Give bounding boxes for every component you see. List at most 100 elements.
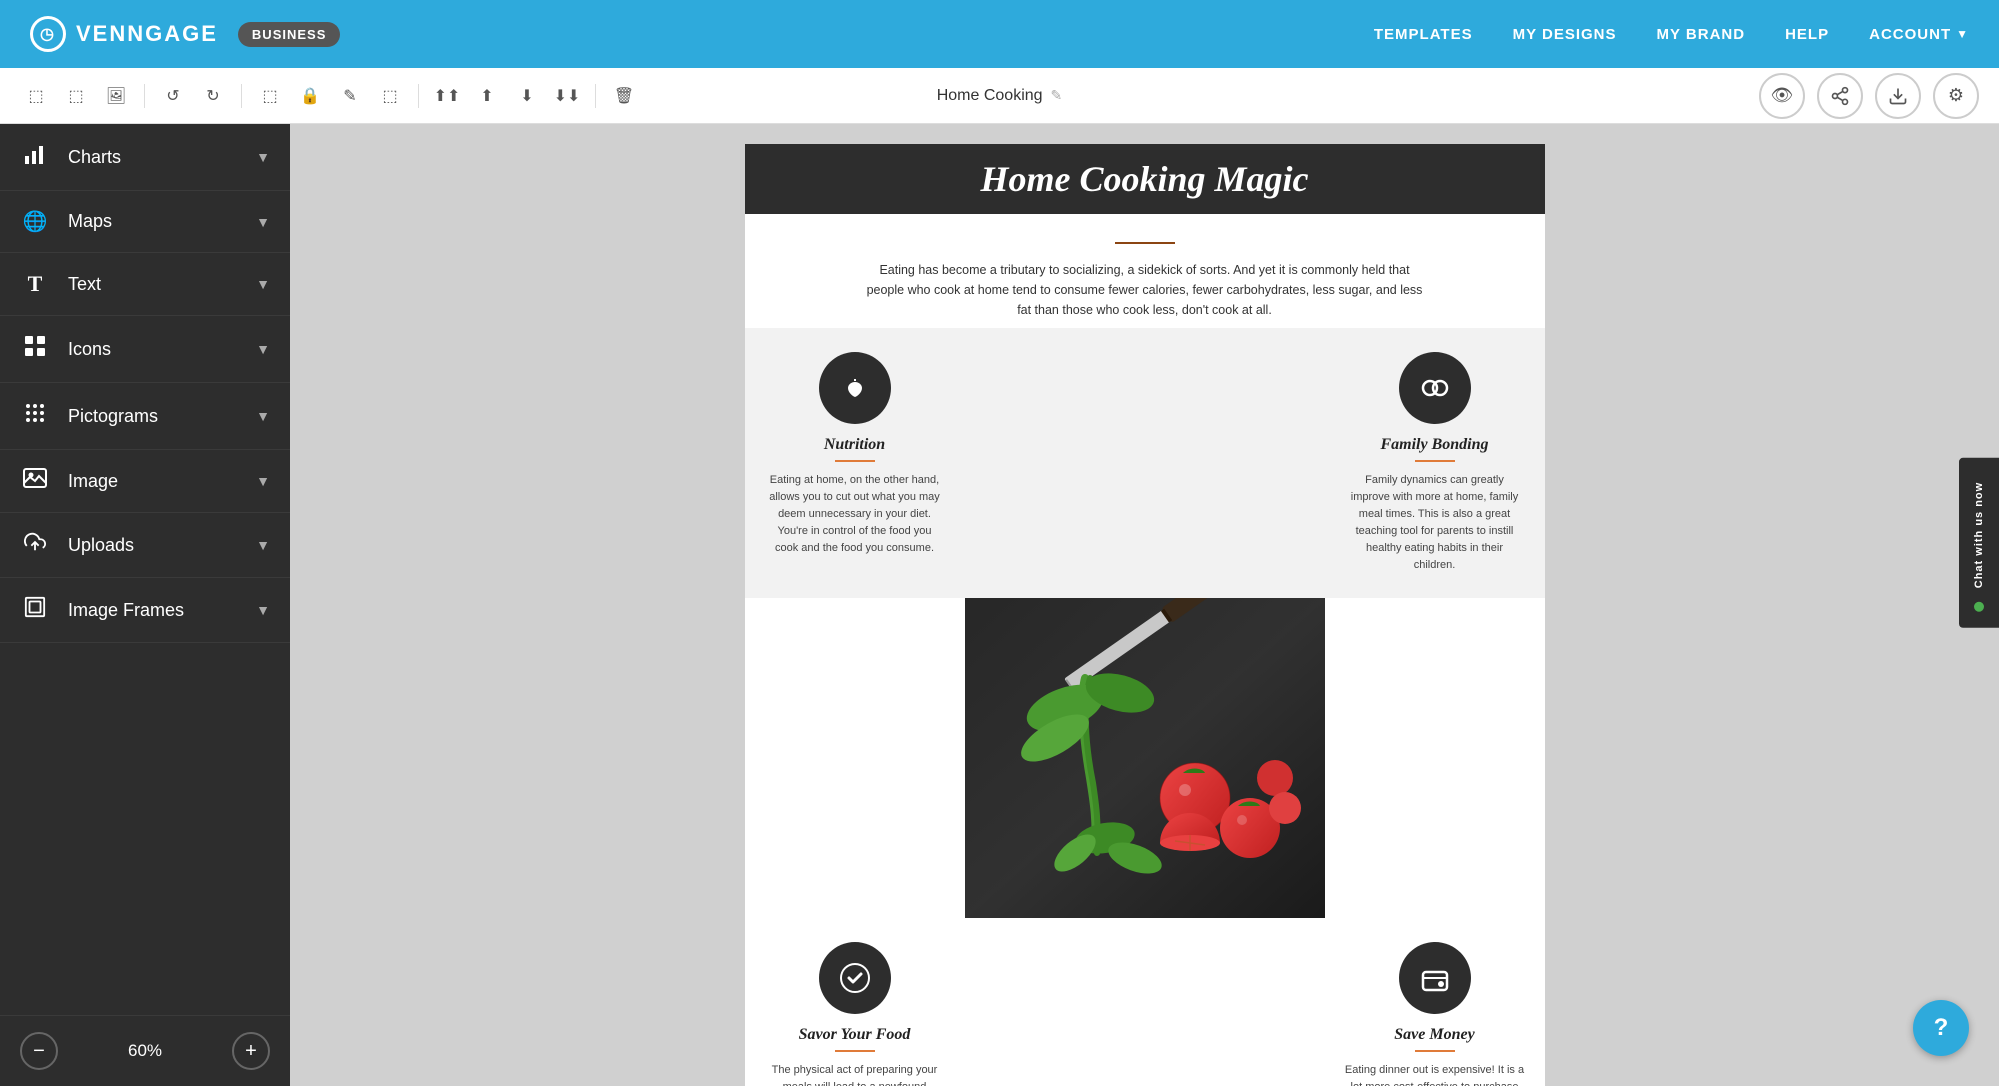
help-button[interactable]: ? xyxy=(1913,1000,1969,1056)
logo-icon: ◷ xyxy=(30,16,66,52)
preview-button[interactable]: 👁 xyxy=(1759,73,1805,119)
save-money-separator xyxy=(1415,1050,1455,1052)
toolbar-redo-icon[interactable]: ↻ xyxy=(197,80,229,112)
document-title-text[interactable]: Home Cooking xyxy=(937,87,1043,105)
savor-food-section: Savor Your Food The physical act of prep… xyxy=(745,918,965,1086)
account-dropdown-icon: ▼ xyxy=(1956,27,1969,41)
food-cutting-board xyxy=(965,598,1325,918)
canvas-area[interactable]: Home Cooking Magic Eating has become a t… xyxy=(290,124,1999,1086)
top-navigation: ◷ VENNGAGE BUSINESS TEMPLATES MY DESIGNS… xyxy=(0,0,1999,68)
image-chevron-icon: ▼ xyxy=(256,473,270,489)
food-image-container xyxy=(965,598,1325,918)
toolbar-right-actions: 👁 ⚙ xyxy=(1759,73,1979,119)
toolbar-image-icon[interactable]: 🖼 xyxy=(100,80,132,112)
zoom-level: 60% xyxy=(74,1041,216,1061)
uploads-icon xyxy=(20,531,50,559)
center-right-space xyxy=(1325,598,1545,918)
maps-icon: 🌐 xyxy=(20,209,50,234)
image-icon xyxy=(20,468,50,494)
icons-chevron-icon: ▼ xyxy=(256,341,270,357)
infographic-header: Home Cooking Magic xyxy=(745,144,1545,214)
maps-chevron-icon: ▼ xyxy=(256,214,270,230)
nav-account[interactable]: ACCOUNT ▼ xyxy=(1869,26,1969,43)
toolbar-delete-icon[interactable]: 🗑 xyxy=(608,80,640,112)
infographic-title: Home Cooking Magic xyxy=(945,158,1345,200)
image-label: Image xyxy=(68,471,256,492)
sidebar-item-pictograms[interactable]: Pictograms ▼ xyxy=(0,383,290,450)
toolbar-lock-icon[interactable]: 🔒 xyxy=(294,80,326,112)
nav-my-brand[interactable]: MY BRAND xyxy=(1657,26,1746,43)
sidebar-item-icons[interactable]: Icons ▼ xyxy=(0,316,290,383)
toolbar-send-back-icon[interactable]: ⬇⬇ xyxy=(551,80,583,112)
nav-templates[interactable]: TEMPLATES xyxy=(1374,26,1473,43)
logo[interactable]: ◷ VENNGAGE xyxy=(30,16,218,52)
document-title-edit-icon[interactable]: ✎ xyxy=(1051,87,1063,104)
zoom-out-button[interactable]: − xyxy=(20,1032,58,1070)
chat-widget-content: Chat with us now xyxy=(1959,458,1999,628)
toolbar: ⬚ ⬚ 🖼 ↺ ↻ ⬚ 🔒 ✎ ⬚ ⬆⬆ ⬆ ⬇ ⬇⬇ 🗑 Home Cooki… xyxy=(0,68,1999,124)
charts-chevron-icon: ▼ xyxy=(256,149,270,165)
toolbar-divider-2 xyxy=(241,84,242,108)
pictograms-icon xyxy=(20,401,50,431)
business-badge[interactable]: BUSINESS xyxy=(238,22,340,47)
toolbar-undo-icon[interactable]: ↺ xyxy=(157,80,189,112)
header-bar-left xyxy=(745,144,945,214)
infographic[interactable]: Home Cooking Magic Eating has become a t… xyxy=(745,144,1545,1066)
toolbar-divider-1 xyxy=(144,84,145,108)
pictograms-label: Pictograms xyxy=(68,406,256,427)
nav-help[interactable]: HELP xyxy=(1785,26,1829,43)
toolbar-back-icon[interactable]: ⬚ xyxy=(20,80,52,112)
chat-text: Chat with us now xyxy=(1973,474,1985,596)
toolbar-send-backward-icon[interactable]: ⬇ xyxy=(511,80,543,112)
family-bonding-section: Family Bonding Family dynamics can great… xyxy=(1325,328,1545,598)
header-bar-right xyxy=(1345,144,1545,214)
text-label: Text xyxy=(68,274,256,295)
main-area: Charts ▼ 🌐 Maps ▼ T Text ▼ Icons ▼ xyxy=(0,124,1999,1086)
charts-icon xyxy=(20,142,50,172)
zoom-in-button[interactable]: + xyxy=(232,1032,270,1070)
savor-food-text: The physical act of preparing your meals… xyxy=(765,1062,945,1086)
sidebar-item-maps[interactable]: 🌐 Maps ▼ xyxy=(0,191,290,253)
family-bonding-icon xyxy=(1399,352,1471,424)
charts-label: Charts xyxy=(68,147,256,168)
text-icon: T xyxy=(20,271,50,297)
toolbar-frame-icon[interactable]: ⬚ xyxy=(254,80,286,112)
zoom-controls: − 60% + xyxy=(0,1015,290,1086)
center-left-space xyxy=(745,598,965,918)
sidebar-item-uploads[interactable]: Uploads ▼ xyxy=(0,513,290,578)
toolbar-divider-4 xyxy=(595,84,596,108)
family-bonding-text: Family dynamics can greatly improve with… xyxy=(1345,472,1525,574)
settings-button[interactable]: ⚙ xyxy=(1933,73,1979,119)
sidebar-item-text[interactable]: T Text ▼ xyxy=(0,253,290,316)
savor-food-separator xyxy=(835,1050,875,1052)
sidebar-item-image[interactable]: Image ▼ xyxy=(0,450,290,513)
uploads-chevron-icon: ▼ xyxy=(256,537,270,553)
sidebar-item-image-frames[interactable]: Image Frames ▼ xyxy=(0,578,290,643)
maps-label: Maps xyxy=(68,211,256,232)
family-bonding-separator xyxy=(1415,460,1455,462)
document-title: Home Cooking ✎ xyxy=(937,87,1063,105)
toolbar-bring-forward-icon[interactable]: ⬆ xyxy=(471,80,503,112)
save-money-icon xyxy=(1399,942,1471,1014)
nutrition-title: Nutrition xyxy=(824,436,885,454)
sidebar-item-charts[interactable]: Charts ▼ xyxy=(0,124,290,191)
nutrition-section: Nutrition Eating at home, on the other h… xyxy=(745,328,965,598)
center-bottom: http://www.healthfitnessrevolution.com/t… xyxy=(965,918,1325,1086)
image-frames-icon xyxy=(20,596,50,624)
download-button[interactable] xyxy=(1875,73,1921,119)
toolbar-copy-icon[interactable]: ⬚ xyxy=(60,80,92,112)
nav-my-designs[interactable]: MY DESIGNS xyxy=(1513,26,1617,43)
toolbar-divider-3 xyxy=(418,84,419,108)
toolbar-bring-front-icon[interactable]: ⬆⬆ xyxy=(431,80,463,112)
share-button[interactable] xyxy=(1817,73,1863,119)
chat-widget[interactable]: Chat with us now xyxy=(1959,458,1999,628)
toolbar-duplicate-icon[interactable]: ⬚ xyxy=(374,80,406,112)
icons-label: Icons xyxy=(68,339,256,360)
savor-food-icon xyxy=(819,942,891,1014)
nav-links: TEMPLATES MY DESIGNS MY BRAND HELP ACCOU… xyxy=(1374,26,1969,43)
toolbar-edit-icon[interactable]: ✎ xyxy=(334,80,366,112)
bottom-sections-row: Savor Your Food The physical act of prep… xyxy=(745,918,1545,1086)
family-bonding-title: Family Bonding xyxy=(1380,436,1488,454)
sidebar: Charts ▼ 🌐 Maps ▼ T Text ▼ Icons ▼ xyxy=(0,124,290,1086)
icons-icon xyxy=(20,334,50,364)
